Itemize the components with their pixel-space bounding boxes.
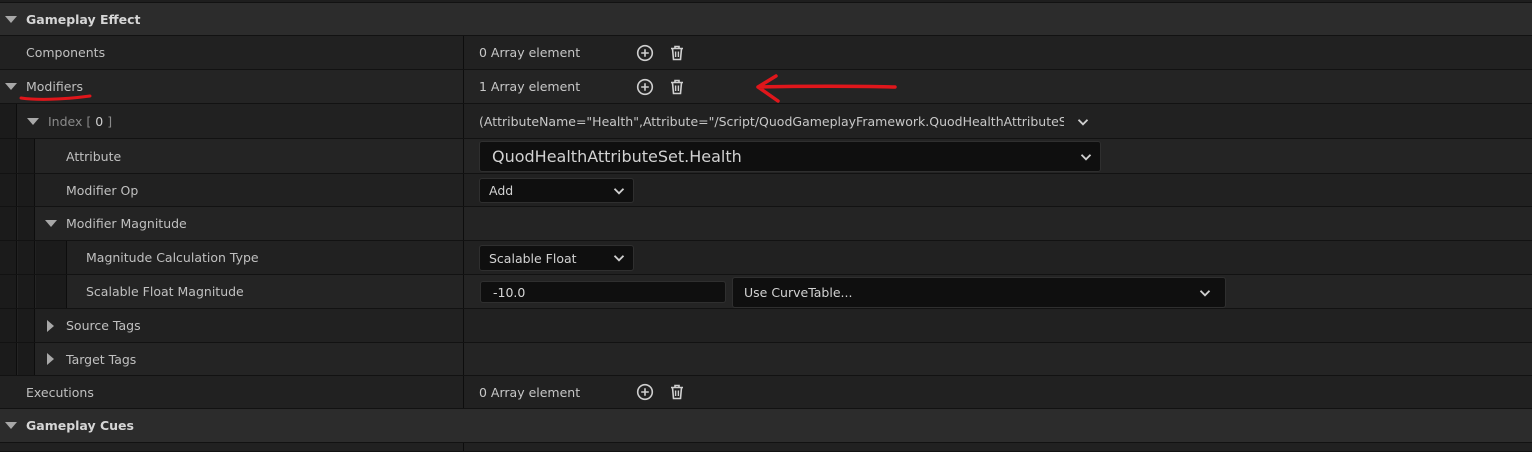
property-label: Source Tags [66, 318, 141, 333]
indent-bar [18, 174, 35, 206]
chevron-down-icon[interactable] [1073, 112, 1093, 132]
expand-triangle-icon[interactable] [5, 3, 17, 35]
chevron-down-icon [1072, 150, 1100, 164]
indent-bar [36, 275, 67, 308]
property-row-executions: Executions 0 Array element [0, 376, 1532, 409]
indent-bar [18, 139, 35, 173]
indent-bar [0, 241, 17, 274]
curve-table-dropdown[interactable]: Use CurveTable... [732, 277, 1226, 308]
property-row-target-tags: Target Tags [0, 343, 1532, 376]
category-title: Gameplay Cues [26, 418, 134, 433]
array-count: 0 Array element [479, 45, 581, 60]
property-row-modifier-op: Modifier Op Add [0, 174, 1532, 207]
indent-bar [0, 343, 17, 375]
property-row-modifiers: Modifiers 1 Array element [0, 70, 1532, 104]
property-label: Target Tags [66, 351, 137, 367]
chevron-down-icon [605, 251, 633, 265]
category-gameplay-cues[interactable]: Gameplay Cues [0, 409, 1532, 443]
curve-table-value: Use CurveTable... [744, 285, 853, 300]
triangle-down-icon[interactable] [45, 207, 57, 240]
index-text: Index [48, 113, 83, 129]
indent-bar [0, 207, 17, 240]
indent-bar [0, 174, 17, 206]
property-row-magnitude-calc-type: Magnitude Calculation Type Scalable Floa… [0, 241, 1532, 275]
index-number: 0 [95, 113, 104, 129]
chevron-down-icon [1185, 286, 1225, 300]
scalable-float-input[interactable]: -10.0 [480, 281, 726, 303]
array-count: 0 Array element [479, 384, 581, 400]
add-circle-icon[interactable] [635, 382, 655, 402]
chevron-down-icon [605, 184, 633, 198]
indent-bar [0, 309, 17, 342]
expand-triangle-icon[interactable] [5, 409, 17, 442]
modifier-op-value: Add [489, 183, 514, 198]
property-label: Modifier Magnitude [66, 216, 187, 231]
property-label: Modifiers [26, 79, 84, 94]
triangle-right-icon[interactable] [47, 343, 54, 375]
indent-bar [18, 241, 35, 274]
indent-bar [18, 309, 35, 342]
indent-bar [18, 207, 35, 240]
property-label: Executions [26, 384, 94, 400]
index-value-text: (AttributeName="Health",Attribute="/Scri… [479, 113, 1064, 129]
property-row-index: Index [ 0 ] (AttributeName="Health",Attr… [0, 104, 1532, 139]
indent-bar [0, 139, 17, 173]
add-circle-icon[interactable] [635, 77, 655, 97]
indent-bar [36, 241, 67, 274]
attribute-dropdown[interactable]: QuodHealthAttributeSet.Health [479, 141, 1101, 172]
magnitude-calc-type-dropdown[interactable]: Scalable Float [479, 245, 634, 271]
property-label: Modifier Op [66, 182, 139, 198]
trash-icon[interactable] [667, 382, 687, 402]
property-label: Scalable Float Magnitude [86, 284, 244, 299]
property-label: Magnitude Calculation Type [86, 250, 259, 265]
triangle-down-icon[interactable] [5, 70, 17, 103]
indent-bar [0, 104, 17, 138]
indent-bar [18, 275, 35, 308]
bottom-partial-row [0, 443, 1532, 452]
index-bracket-open: [ [86, 113, 92, 129]
property-row-attribute: Attribute QuodHealthAttributeSet.Health [0, 139, 1532, 174]
magnitude-calc-type-value: Scalable Float [489, 250, 577, 266]
property-label: Attribute [66, 148, 122, 164]
property-row-components: Components 0 Array element [0, 36, 1532, 70]
property-row-scalable-float-magnitude: Scalable Float Magnitude -10.0 Use Curve… [0, 275, 1532, 309]
indent-bar [18, 343, 35, 375]
trash-icon[interactable] [667, 77, 687, 97]
modifier-op-dropdown[interactable]: Add [479, 178, 634, 203]
property-row-source-tags: Source Tags [0, 309, 1532, 343]
index-label: Index [ 0 ] [48, 104, 112, 138]
index-bracket-close: ] [107, 113, 113, 129]
add-circle-icon[interactable] [635, 43, 655, 63]
property-label: Components [26, 45, 106, 60]
attribute-value: QuodHealthAttributeSet.Health [492, 147, 742, 166]
triangle-right-icon[interactable] [47, 309, 54, 342]
indent-bar [0, 275, 17, 308]
property-row-modifier-magnitude: Modifier Magnitude [0, 207, 1532, 241]
triangle-down-icon[interactable] [27, 104, 39, 138]
category-title: Gameplay Effect [26, 11, 141, 27]
trash-icon[interactable] [667, 43, 687, 63]
category-gameplay-effect[interactable]: Gameplay Effect [0, 3, 1532, 36]
array-count: 1 Array element [479, 79, 581, 94]
